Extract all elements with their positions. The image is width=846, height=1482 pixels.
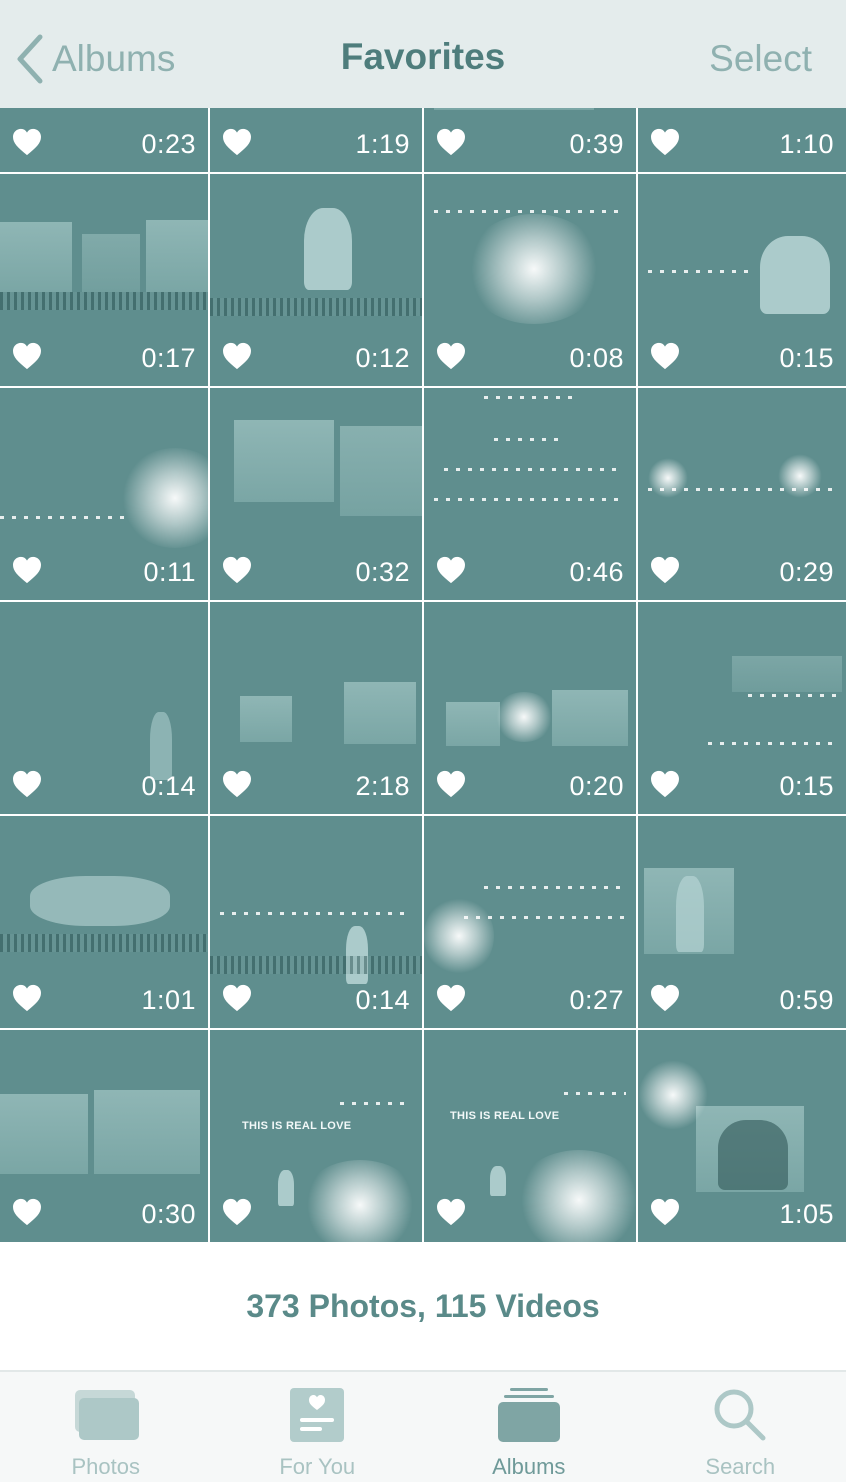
back-button[interactable]: Albums (14, 32, 175, 86)
video-duration: 0:23 (141, 129, 196, 159)
video-thumbnail[interactable]: 0:11 (0, 388, 208, 600)
tab-label: Search (705, 1454, 776, 1479)
heart-icon (13, 342, 41, 370)
video-thumbnail[interactable]: 0:27 (424, 816, 636, 1028)
photos-icon (74, 1390, 139, 1440)
heart-icon (437, 556, 465, 584)
heart-icon (437, 342, 465, 370)
heart-icon (437, 770, 465, 798)
video-thumbnail[interactable]: 0:14 (210, 816, 422, 1028)
video-thumbnail[interactable]: 0:29 (638, 388, 846, 600)
video-duration: 1:19 (355, 129, 410, 159)
video-thumbnail[interactable]: 0:32 (210, 388, 422, 600)
video-duration: 0:39 (569, 129, 624, 159)
video-duration: 0:59 (779, 985, 834, 1015)
video-duration: 0:14 (141, 771, 196, 801)
albums-icon (497, 1388, 560, 1442)
video-duration: 0:17 (141, 343, 196, 373)
video-duration: 0:15 (779, 343, 834, 373)
for-you-icon (290, 1388, 345, 1442)
heart-icon (223, 128, 251, 156)
video-thumbnail[interactable]: THIS IS REAL LOVE (424, 1030, 636, 1242)
library-count-text: 373 Photos, 115 Videos (246, 1287, 600, 1324)
video-thumbnail[interactable]: 0:39 (424, 108, 636, 172)
tab-bar: Photos For You Albums Search (0, 1370, 846, 1482)
video-duration: 0:46 (569, 557, 624, 587)
chevron-left-icon (17, 34, 43, 84)
heart-icon (13, 770, 41, 798)
video-thumbnail[interactable]: 0:12 (210, 174, 422, 386)
heart-icon (223, 770, 251, 798)
video-duration: 1:01 (141, 985, 196, 1015)
video-thumbnail[interactable]: 0:08 (424, 174, 636, 386)
select-button[interactable]: Select (709, 38, 812, 80)
heart-icon (437, 1198, 465, 1226)
video-thumbnail[interactable]: 0:23 (0, 108, 208, 172)
video-thumbnail[interactable]: 0:20 (424, 602, 636, 814)
video-thumbnail[interactable]: 1:01 (0, 816, 208, 1028)
video-thumbnail[interactable]: 0:30 (0, 1030, 208, 1242)
video-thumbnail[interactable]: 1:19 (210, 108, 422, 172)
tab-search[interactable]: Search (635, 1372, 846, 1482)
video-duration: 0:32 (355, 557, 410, 587)
video-duration: 1:10 (779, 129, 834, 159)
video-duration: 0:20 (569, 771, 624, 801)
screen-text: THIS IS REAL LOVE (450, 1110, 560, 1122)
heart-icon (651, 342, 679, 370)
heart-icon (223, 342, 251, 370)
heart-icon (651, 770, 679, 798)
video-thumbnail[interactable]: THIS IS REAL LOVE (210, 1030, 422, 1242)
heart-icon (437, 128, 465, 156)
video-thumbnail[interactable]: 0:15 (638, 602, 846, 814)
video-thumbnail[interactable]: 2:18 (210, 602, 422, 814)
heart-icon (13, 556, 41, 584)
library-count: 373 Photos, 115 Videos (0, 1242, 846, 1370)
heart-icon (223, 1198, 251, 1226)
video-duration: 0:14 (355, 985, 410, 1015)
photo-grid: 0:23 1:19 0:39 1:10 0:17 0:12 0:08 0:15 … (0, 108, 846, 1242)
video-duration: 0:30 (141, 1199, 196, 1229)
tab-for-you[interactable]: For You (212, 1372, 424, 1482)
video-thumbnail[interactable]: 1:05 (638, 1030, 846, 1242)
heart-icon (651, 1198, 679, 1226)
heart-icon (223, 556, 251, 584)
heart-icon (223, 984, 251, 1012)
tab-photos[interactable]: Photos (0, 1372, 212, 1482)
tab-label: For You (279, 1454, 356, 1479)
video-duration: 0:08 (569, 343, 624, 373)
video-duration: 0:15 (779, 771, 834, 801)
video-thumbnail[interactable]: 0:15 (638, 174, 846, 386)
video-duration: 0:12 (355, 343, 410, 373)
video-duration: 1:05 (779, 1199, 834, 1229)
video-thumbnail[interactable]: 0:59 (638, 816, 846, 1028)
heart-icon (13, 128, 41, 156)
video-duration: 0:11 (143, 557, 196, 587)
navigation-bar: Albums Favorites Select (0, 0, 846, 108)
tab-label: Albums (492, 1454, 566, 1479)
heart-icon (13, 1198, 41, 1226)
heart-icon (13, 984, 41, 1012)
screen-text: THIS IS REAL LOVE (242, 1120, 352, 1132)
video-duration: 2:18 (355, 771, 410, 801)
tab-label: Photos (71, 1454, 141, 1479)
heart-icon (437, 984, 465, 1012)
video-duration: 0:27 (569, 985, 624, 1015)
heart-icon (651, 984, 679, 1012)
heart-icon (651, 556, 679, 584)
video-thumbnail[interactable]: 1:10 (638, 108, 846, 172)
search-icon (714, 1389, 766, 1441)
heart-icon (651, 128, 679, 156)
video-thumbnail[interactable]: 0:14 (0, 602, 208, 814)
video-thumbnail[interactable]: 0:46 (424, 388, 636, 600)
video-duration: 0:29 (779, 557, 834, 587)
tab-albums[interactable]: Albums (423, 1372, 635, 1482)
video-thumbnail[interactable]: 0:17 (0, 174, 208, 386)
back-button-label: Albums (52, 38, 176, 79)
